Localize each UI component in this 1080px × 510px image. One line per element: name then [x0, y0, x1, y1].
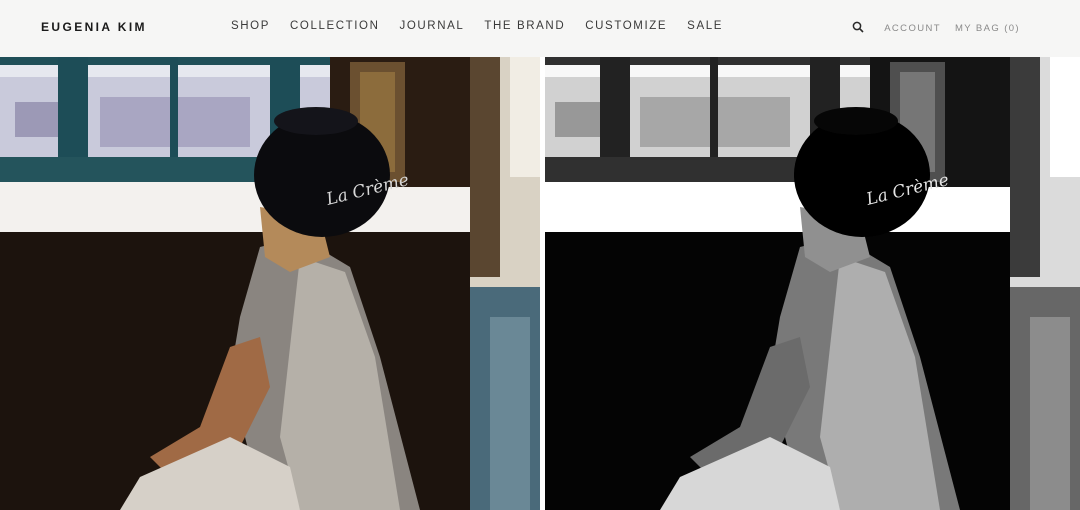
site-header: EUGENIA KIM SHOP COLLECTION JOURNAL THE …: [0, 0, 1080, 57]
nav-item-the-brand[interactable]: THE BRAND: [484, 20, 565, 32]
nav-item-collection[interactable]: COLLECTION: [290, 20, 380, 32]
brand-logo[interactable]: EUGENIA KIM: [41, 20, 147, 34]
nav-item-sale[interactable]: SALE: [687, 20, 723, 32]
main-nav: SHOP COLLECTION JOURNAL THE BRAND CUSTOM…: [231, 20, 743, 32]
hero-image-black-and-white[interactable]: La Crème: [545, 57, 1080, 510]
nav-item-shop[interactable]: SHOP: [231, 20, 270, 32]
search-icon[interactable]: [852, 21, 866, 35]
hero-image-color[interactable]: La Crème: [0, 57, 540, 510]
nav-item-journal[interactable]: JOURNAL: [400, 20, 465, 32]
nav-item-customize[interactable]: CUSTOMIZE: [585, 20, 667, 32]
my-bag-link[interactable]: MY BAG (0): [955, 23, 1020, 34]
utility-nav: ACCOUNT MY BAG (0): [852, 21, 1020, 35]
hero-images: La Crème La Crème: [0, 57, 1080, 510]
account-link[interactable]: ACCOUNT: [884, 23, 941, 34]
